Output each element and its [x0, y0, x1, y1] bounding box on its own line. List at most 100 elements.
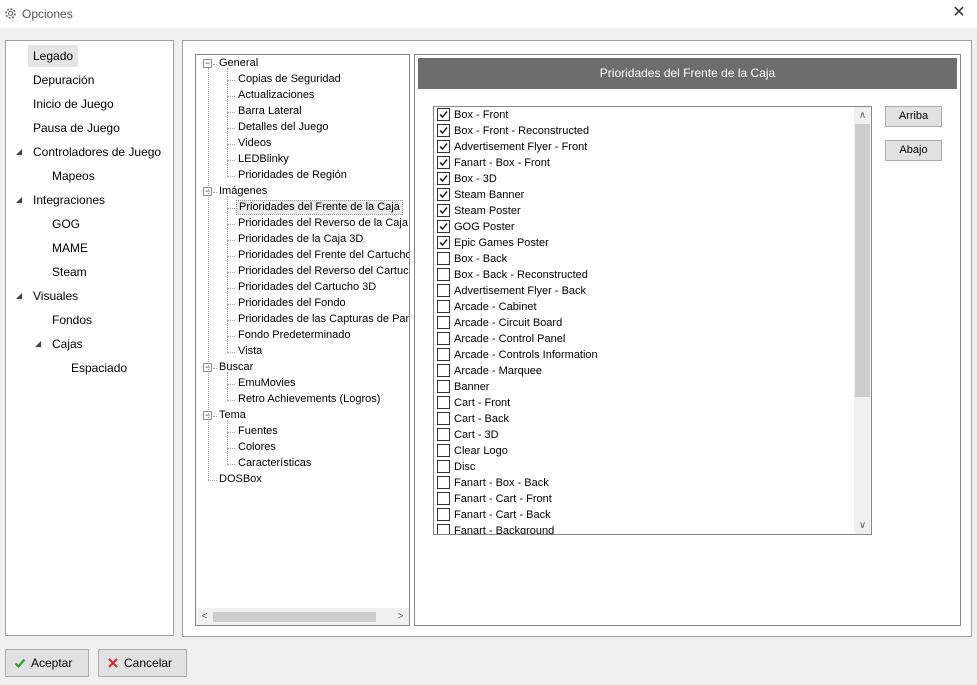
checkbox[interactable]: [437, 492, 450, 505]
nav-item-depuracion[interactable]: Depuración: [28, 69, 99, 91]
tree-item-actualizaciones[interactable]: Actualizaciones: [236, 88, 316, 103]
nav-item-cajas[interactable]: Cajas: [47, 333, 88, 355]
nav-item-pausa-de-juego[interactable]: Pausa de Juego: [28, 117, 125, 139]
list-item[interactable]: Arcade - Marquee: [437, 363, 847, 379]
checkbox[interactable]: [437, 316, 450, 329]
scroll-up-icon[interactable]: ∧: [854, 107, 871, 124]
tree-item-videos[interactable]: Videos: [236, 136, 273, 151]
list-item[interactable]: Clear Logo: [437, 443, 847, 459]
list-item[interactable]: Steam Poster: [437, 203, 847, 219]
nav-item-mame[interactable]: MAME: [47, 237, 93, 259]
checkbox[interactable]: [437, 508, 450, 521]
tree-item-retro-achievements-logros[interactable]: Retro Achievements (Logros): [236, 392, 382, 407]
list-item[interactable]: Box - Front: [437, 107, 847, 123]
tree-group-imagenes[interactable]: Imágenes: [217, 184, 269, 199]
scroll-left-icon[interactable]: <: [196, 608, 213, 625]
checkbox[interactable]: [437, 300, 450, 313]
list-item[interactable]: GOG Poster: [437, 219, 847, 235]
checkbox[interactable]: [437, 172, 450, 185]
nav-item-inicio-de-juego[interactable]: Inicio de Juego: [28, 93, 119, 115]
nav-item-espaciado[interactable]: Espaciado: [66, 357, 132, 379]
nav-item-integraciones[interactable]: Integraciones: [28, 189, 110, 211]
tree-group-buscar[interactable]: Buscar: [217, 360, 255, 375]
tree-item-caracteristicas[interactable]: Características: [236, 456, 313, 471]
list-item[interactable]: Banner: [437, 379, 847, 395]
list-item[interactable]: Fanart - Box - Front: [437, 155, 847, 171]
tree-item-fondo-predeterminado[interactable]: Fondo Predeterminado: [236, 328, 353, 343]
nav-item-mapeos[interactable]: Mapeos: [47, 165, 100, 187]
checkbox[interactable]: [437, 220, 450, 233]
list-item[interactable]: Fanart - Cart - Back: [437, 507, 847, 523]
tree-item-fuentes[interactable]: Fuentes: [236, 424, 280, 439]
vertical-scrollbar[interactable]: ∧ ∨: [854, 107, 871, 534]
tree-group-general[interactable]: General: [217, 56, 260, 71]
tree-item-barra-lateral[interactable]: Barra Lateral: [236, 104, 304, 119]
tree-item-colores[interactable]: Colores: [236, 440, 278, 455]
list-item[interactable]: Advertisement Flyer - Front: [437, 139, 847, 155]
list-item[interactable]: Disc: [437, 459, 847, 475]
tree-group-dosbox[interactable]: DOSBox: [217, 472, 264, 487]
list-item[interactable]: Box - Front - Reconstructed: [437, 123, 847, 139]
checkbox[interactable]: [437, 156, 450, 169]
checkbox[interactable]: [437, 380, 450, 393]
list-item[interactable]: Arcade - Circuit Board: [437, 315, 847, 331]
list-item[interactable]: Arcade - Control Panel: [437, 331, 847, 347]
list-item[interactable]: Epic Games Poster: [437, 235, 847, 251]
list-item[interactable]: Advertisement Flyer - Back: [437, 283, 847, 299]
list-item[interactable]: Box - Back: [437, 251, 847, 267]
tree-item-vista[interactable]: Vista: [236, 344, 264, 359]
checkbox[interactable]: [437, 412, 450, 425]
checkbox[interactable]: [437, 252, 450, 265]
tree-item-copias-de-seguridad[interactable]: Copias de Seguridad: [236, 72, 343, 87]
checkbox[interactable]: [437, 204, 450, 217]
close-icon[interactable]: ✕: [951, 4, 967, 22]
tree-item-emumovies[interactable]: EmuMovies: [236, 376, 297, 391]
tree-group-tema[interactable]: Tema: [217, 408, 248, 423]
scroll-thumb[interactable]: [213, 612, 376, 622]
checkbox[interactable]: [437, 284, 450, 297]
checkbox[interactable]: [437, 444, 450, 457]
checkbox[interactable]: [437, 188, 450, 201]
list-item[interactable]: Fanart - Background: [437, 523, 847, 534]
expand-arrow-icon[interactable]: ◢: [35, 338, 45, 350]
checkbox[interactable]: [437, 124, 450, 137]
tree-item-prioridades-de-las-capturas-de-pantalla[interactable]: Prioridades de las Capturas de Pantalla: [236, 312, 409, 327]
checkbox[interactable]: [437, 348, 450, 361]
list-item[interactable]: Arcade - Cabinet: [437, 299, 847, 315]
checkbox[interactable]: [437, 108, 450, 121]
list-item[interactable]: Cart - 3D: [437, 427, 847, 443]
tree-item-prioridades-de-region[interactable]: Prioridades de Región: [236, 168, 349, 183]
horizontal-scrollbar[interactable]: < >: [196, 608, 409, 625]
scroll-right-icon[interactable]: >: [392, 608, 409, 625]
list-item[interactable]: Fanart - Cart - Front: [437, 491, 847, 507]
nav-item-visuales[interactable]: Visuales: [28, 285, 83, 307]
tree-item-detalles-del-juego[interactable]: Detalles del Juego: [236, 120, 331, 135]
list-item[interactable]: Box - Back - Reconstructed: [437, 267, 847, 283]
expand-arrow-icon[interactable]: ◢: [16, 146, 26, 158]
list-item[interactable]: Cart - Back: [437, 411, 847, 427]
nav-item-controladores-de-juego[interactable]: Controladores de Juego: [28, 141, 166, 163]
scroll-down-icon[interactable]: ∨: [854, 517, 871, 534]
checkbox[interactable]: [437, 364, 450, 377]
tree-item-prioridades-del-frente-del-cartucho[interactable]: Prioridades del Frente del Cartucho: [236, 248, 409, 263]
checkbox[interactable]: [437, 332, 450, 345]
tree-item-prioridades-de-la-caja-3d[interactable]: Prioridades de la Caja 3D: [236, 232, 365, 247]
nav-item-gog[interactable]: GOG: [47, 213, 85, 235]
list-item[interactable]: Box - 3D: [437, 171, 847, 187]
cancel-button[interactable]: Cancelar: [98, 649, 187, 677]
collapse-icon[interactable]: −: [203, 59, 212, 68]
tree-item-prioridades-del-fondo[interactable]: Prioridades del Fondo: [236, 296, 348, 311]
list-item[interactable]: Arcade - Controls Information: [437, 347, 847, 363]
tree-item-ledblinky[interactable]: LEDBlinky: [236, 152, 291, 167]
nav-item-steam[interactable]: Steam: [47, 261, 92, 283]
up-button[interactable]: Arriba: [885, 106, 942, 127]
tree-item-prioridades-del-reverso-del-cartucho[interactable]: Prioridades del Reverso del Cartucho: [236, 264, 409, 279]
nav-item-fondos[interactable]: Fondos: [47, 309, 97, 331]
list-item[interactable]: Cart - Front: [437, 395, 847, 411]
checkbox[interactable]: [437, 236, 450, 249]
list-item[interactable]: Fanart - Box - Back: [437, 475, 847, 491]
checkbox[interactable]: [437, 396, 450, 409]
tree-item-prioridades-del-reverso-de-la-caja[interactable]: Prioridades del Reverso de la Caja: [236, 216, 409, 231]
accept-button[interactable]: Aceptar: [5, 649, 89, 677]
down-button[interactable]: Abajo: [885, 140, 942, 161]
